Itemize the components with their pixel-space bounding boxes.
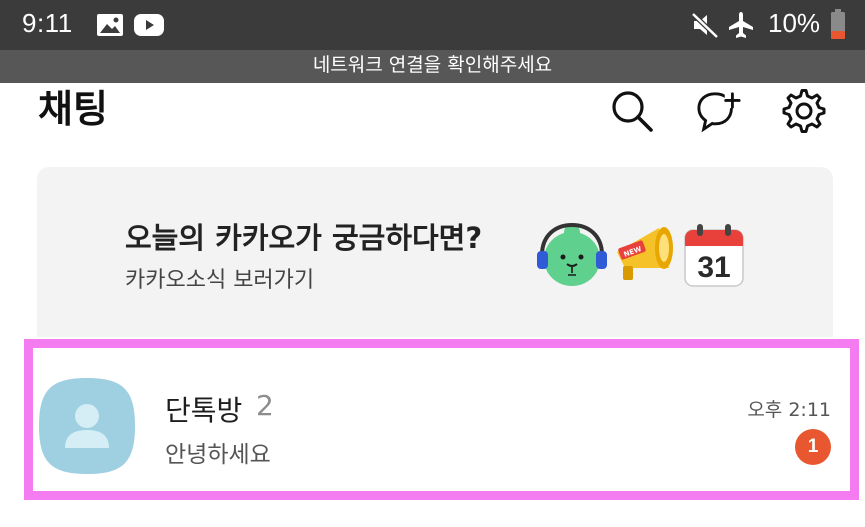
chat-room-name: 단톡방 (165, 394, 243, 427)
promo-subtitle: 카카오소식 보러가기 (125, 268, 315, 293)
promo-title: 오늘의 카카오가 궁금하다면? (125, 221, 483, 255)
search-icon[interactable] (609, 88, 655, 134)
chat-last-message: 안녕하세요 (165, 442, 271, 468)
svg-text:31: 31 (697, 251, 730, 284)
new-chat-icon[interactable] (696, 88, 742, 134)
megaphone-new-emoji: NEW (617, 227, 673, 280)
chat-timestamp: 오후 2:11 (747, 399, 831, 421)
image-icon (97, 14, 123, 36)
status-time: 9:11 (22, 8, 73, 38)
battery-icon (831, 9, 845, 39)
character-headset-emoji (537, 222, 607, 286)
mute-icon (691, 12, 719, 39)
network-warning-banner: 네트워크 연결을 확인해주세요 (0, 50, 865, 83)
chat-avatar (39, 378, 135, 474)
unread-badge: 1 (795, 429, 831, 465)
battery-percent: 10% (768, 8, 821, 38)
airplane-icon (729, 12, 753, 38)
calendar-emoji: 31 (684, 224, 744, 287)
chat-member-count: 2 (256, 389, 274, 422)
page-title: 채팅 (38, 87, 108, 131)
kakao-news-banner[interactable]: 오늘의 카카오가 궁금하다면? 카카오소식 보러가기 NEW 31 (37, 167, 833, 337)
status-bar: 9:11 10% (0, 0, 865, 50)
youtube-icon (134, 14, 164, 36)
settings-icon[interactable] (781, 88, 827, 134)
chat-list-item[interactable]: 단톡방 2 안녕하세요 오후 2:11 1 (37, 355, 833, 482)
